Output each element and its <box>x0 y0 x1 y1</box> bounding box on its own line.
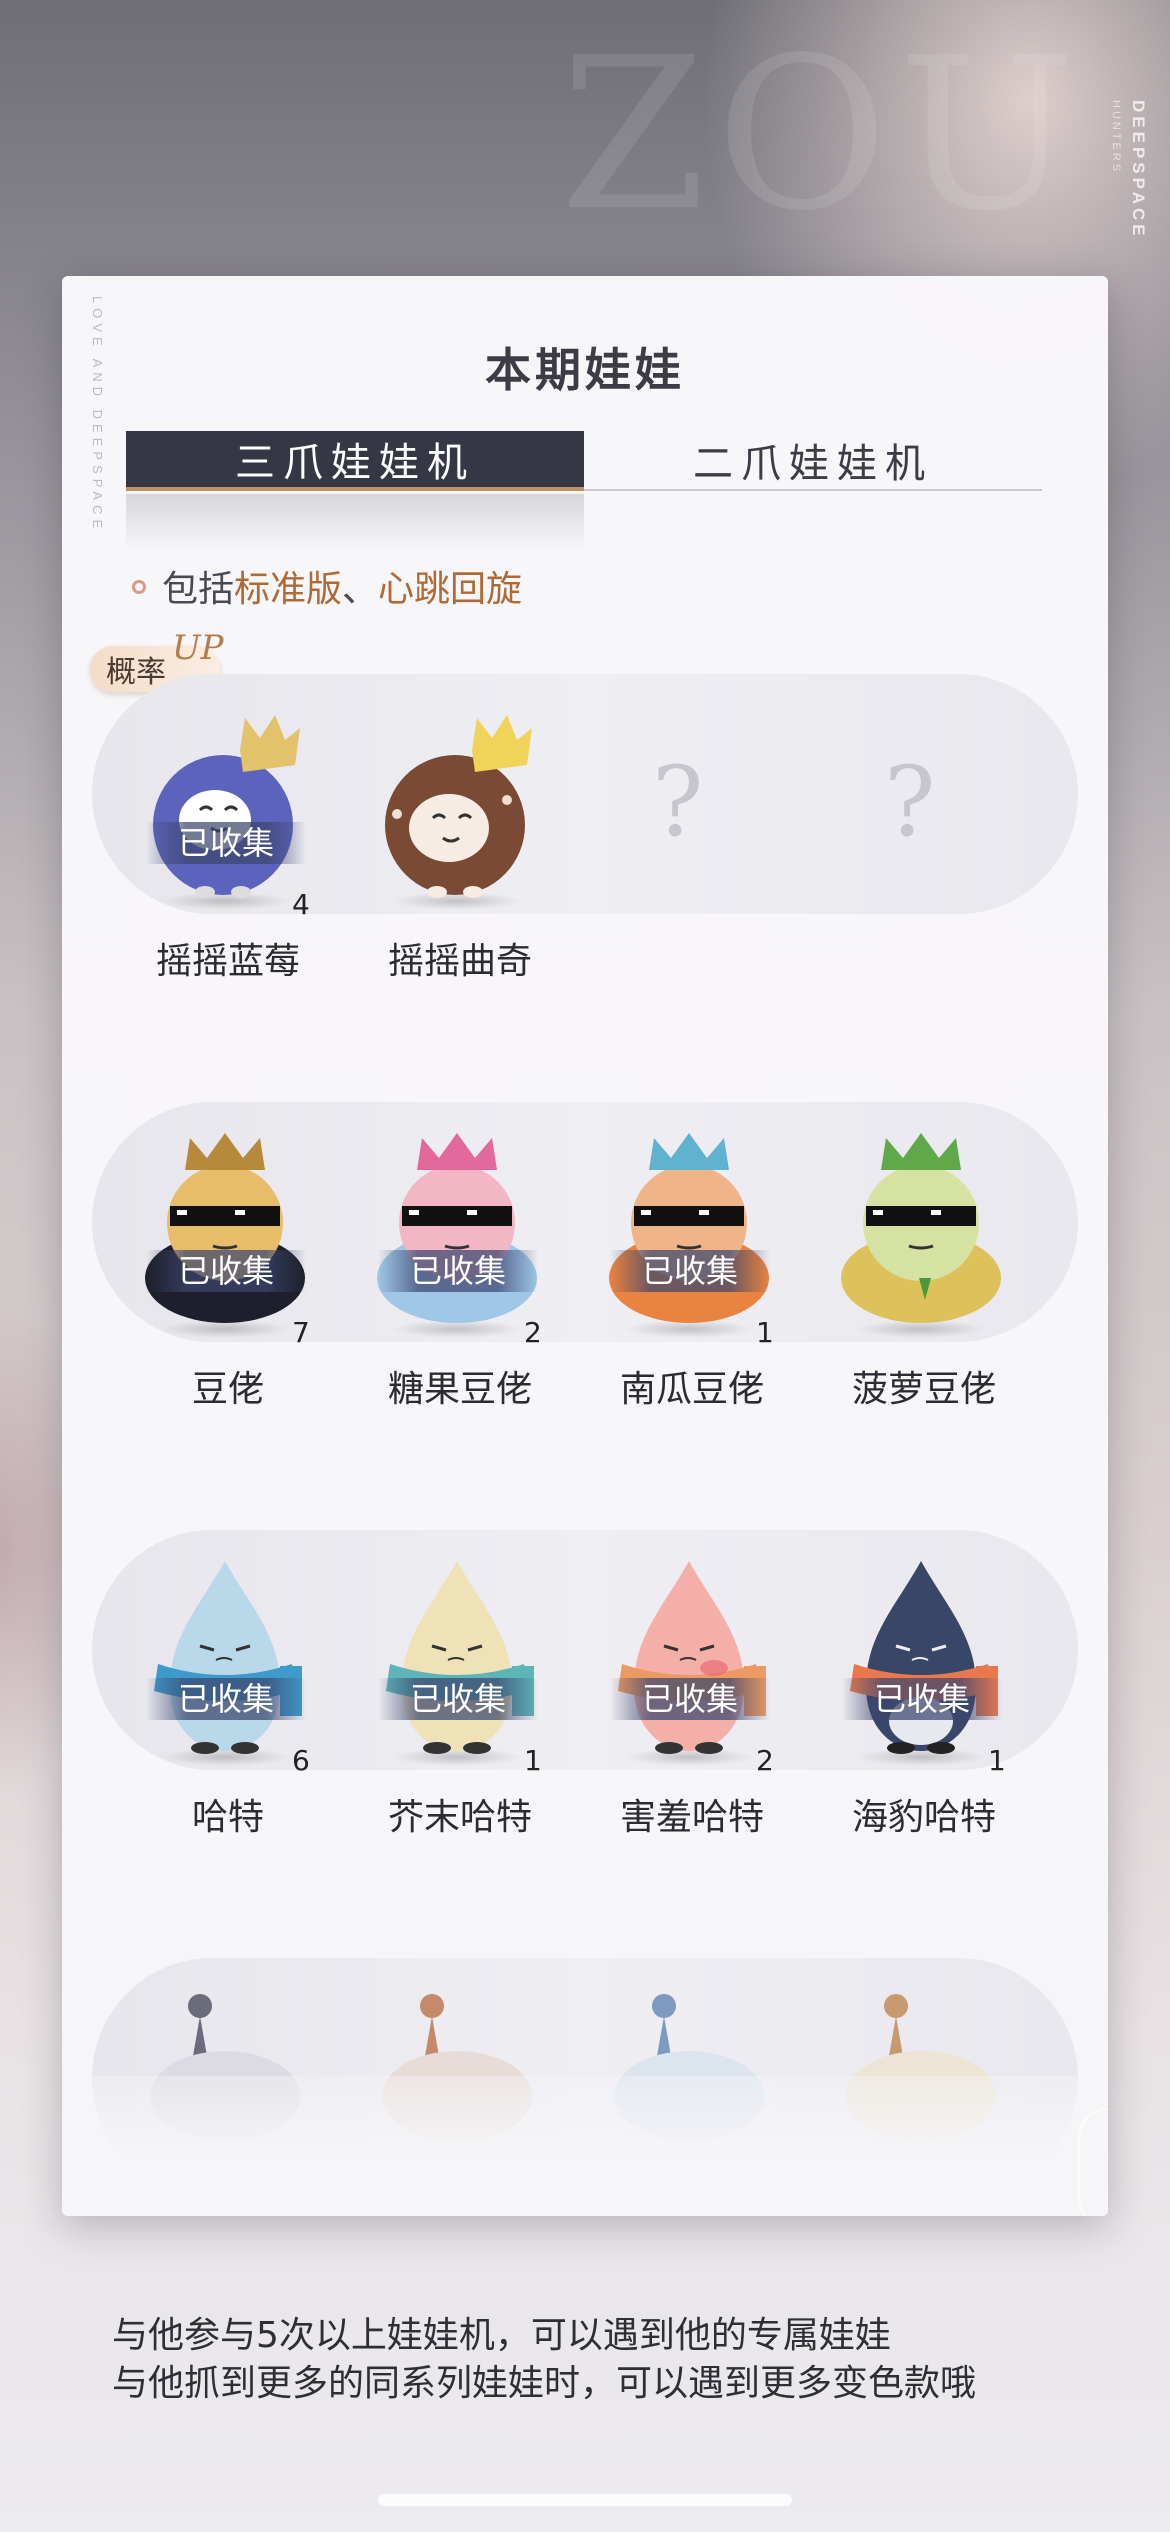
doll-image-pineapple-douguo <box>826 1128 1016 1328</box>
doll-image-mustard-hart <box>362 1556 552 1756</box>
doll-card[interactable]: 已收集 1 南瓜豆佬 <box>572 1128 804 1428</box>
scroll-fade <box>62 2076 1108 2216</box>
doll-count: 4 <box>292 888 310 921</box>
tab-three-claw[interactable]: 三爪娃娃机 <box>126 431 584 491</box>
includes-item-standard: 标准版 <box>234 569 343 610</box>
doll-name: 哈特 <box>191 1797 264 1838</box>
question-mark-icon: ? <box>652 746 704 858</box>
brand-vertical-sub-label: HUNTERS <box>1110 100 1122 175</box>
doll-card[interactable]: 已收集 2 害羞哈特 <box>572 1556 804 1856</box>
doll-card[interactable]: 摇摇曲奇 <box>340 700 572 1000</box>
collected-badge: 已收集 <box>146 1250 306 1292</box>
doll-count: 1 <box>524 1744 542 1777</box>
doll-image-pumpkin-douguo <box>594 1128 784 1328</box>
doll-count: 2 <box>524 1316 542 1349</box>
doll-name: 菠萝豆佬 <box>851 1369 996 1410</box>
tab-active-shadow <box>126 494 584 550</box>
doll-count: 7 <box>292 1316 310 1349</box>
collected-badge: 已收集 <box>610 1250 770 1292</box>
doll-image-shy-hart <box>594 1556 784 1756</box>
bullet-dot-icon <box>132 580 146 594</box>
doll-count: 2 <box>756 1744 774 1777</box>
brand-vertical-label: DEEPSPACE <box>1129 100 1148 240</box>
panel-corner-deco <box>1078 2108 1108 2216</box>
doll-row-3: 已收集 6 哈特 已收集 1 芥末哈特 已收集 2 害羞哈特 已收集 1 海豹哈… <box>108 1556 1068 1856</box>
rate-up-label: 概率 <box>106 655 166 690</box>
background-deco-text: ZOU <box>560 12 1086 257</box>
info-line-2: 与他抓到更多的同系列娃娃时，可以遇到更多变色款哦 <box>112 2363 977 2404</box>
collected-badge: 已收集 <box>842 1678 1002 1720</box>
collected-badge: 已收集 <box>146 822 306 864</box>
doll-count: 1 <box>756 1316 774 1349</box>
doll-name: 糖果豆佬 <box>387 1369 532 1410</box>
collected-badge: 已收集 <box>146 1678 306 1720</box>
doll-image-blueberry <box>130 700 320 900</box>
panel-deco-vertical: LOVE AND DEEPSPACE <box>90 296 105 534</box>
doll-card[interactable]: 已收集 1 芥末哈特 <box>340 1556 572 1856</box>
dolls-panel: LOVE AND DEEPSPACE 本期娃娃 三爪娃娃机 二爪娃娃机 包括 标… <box>62 276 1108 2216</box>
doll-card[interactable]: 已收集 1 海豹哈特 <box>804 1556 1036 1856</box>
doll-card[interactable]: 已收集 4 摇摇蓝莓 <box>108 700 340 1000</box>
doll-image-candy-douguo <box>362 1128 552 1328</box>
doll-row-2: 已收集 7 豆佬 已收集 2 糖果豆佬 已收集 1 南瓜豆佬 菠萝豆佬 <box>108 1128 1068 1428</box>
doll-card[interactable]: 已收集 6 哈特 <box>108 1556 340 1856</box>
panel-title: 本期娃娃 <box>485 343 685 397</box>
home-indicator[interactable] <box>378 2494 792 2506</box>
doll-card-unknown[interactable]: ? <box>572 700 804 1000</box>
collected-badge: 已收集 <box>378 1250 538 1292</box>
rate-up-text: UP <box>172 628 224 668</box>
tab-two-claw[interactable]: 二爪娃娃机 <box>584 431 1042 491</box>
doll-image-seal-hart <box>826 1556 1016 1756</box>
doll-name: 摇摇曲奇 <box>387 941 532 982</box>
doll-card[interactable]: 已收集 7 豆佬 <box>108 1128 340 1428</box>
includes-note: 包括 标准版 、 心跳回旋 <box>132 560 522 612</box>
collected-badge: 已收集 <box>378 1678 538 1720</box>
doll-count: 6 <box>292 1744 310 1777</box>
includes-separator: 、 <box>342 569 379 610</box>
doll-name: 害羞哈特 <box>619 1797 764 1838</box>
doll-name: 海豹哈特 <box>851 1797 996 1838</box>
doll-name: 摇摇蓝莓 <box>155 941 300 982</box>
info-line-1: 与他参与5次以上娃娃机，可以遇到他的专属娃娃 <box>112 2315 891 2356</box>
includes-item-heartbeat: 心跳回旋 <box>378 569 523 610</box>
doll-name: 芥末哈特 <box>387 1797 532 1838</box>
doll-name: 南瓜豆佬 <box>619 1369 764 1410</box>
question-mark-icon: ? <box>884 746 936 858</box>
doll-image-cookie <box>362 700 552 900</box>
info-text: 与他参与5次以上娃娃机，可以遇到他的专属娃娃 与他抓到更多的同系列娃娃时，可以遇… <box>112 2312 976 2408</box>
doll-count: 1 <box>988 1744 1006 1777</box>
doll-image-douguo <box>130 1128 320 1328</box>
doll-card[interactable]: 已收集 2 糖果豆佬 <box>340 1128 572 1428</box>
doll-name: 豆佬 <box>191 1369 264 1410</box>
doll-card[interactable]: 菠萝豆佬 <box>804 1128 1036 1428</box>
doll-card-unknown[interactable]: ? <box>804 700 1036 1000</box>
collected-badge: 已收集 <box>610 1678 770 1720</box>
doll-image-hart <box>130 1556 320 1756</box>
includes-prefix: 包括 <box>162 569 235 610</box>
doll-row-1: 已收集 4 摇摇蓝莓 摇摇曲奇 ? ? <box>108 700 1068 1000</box>
